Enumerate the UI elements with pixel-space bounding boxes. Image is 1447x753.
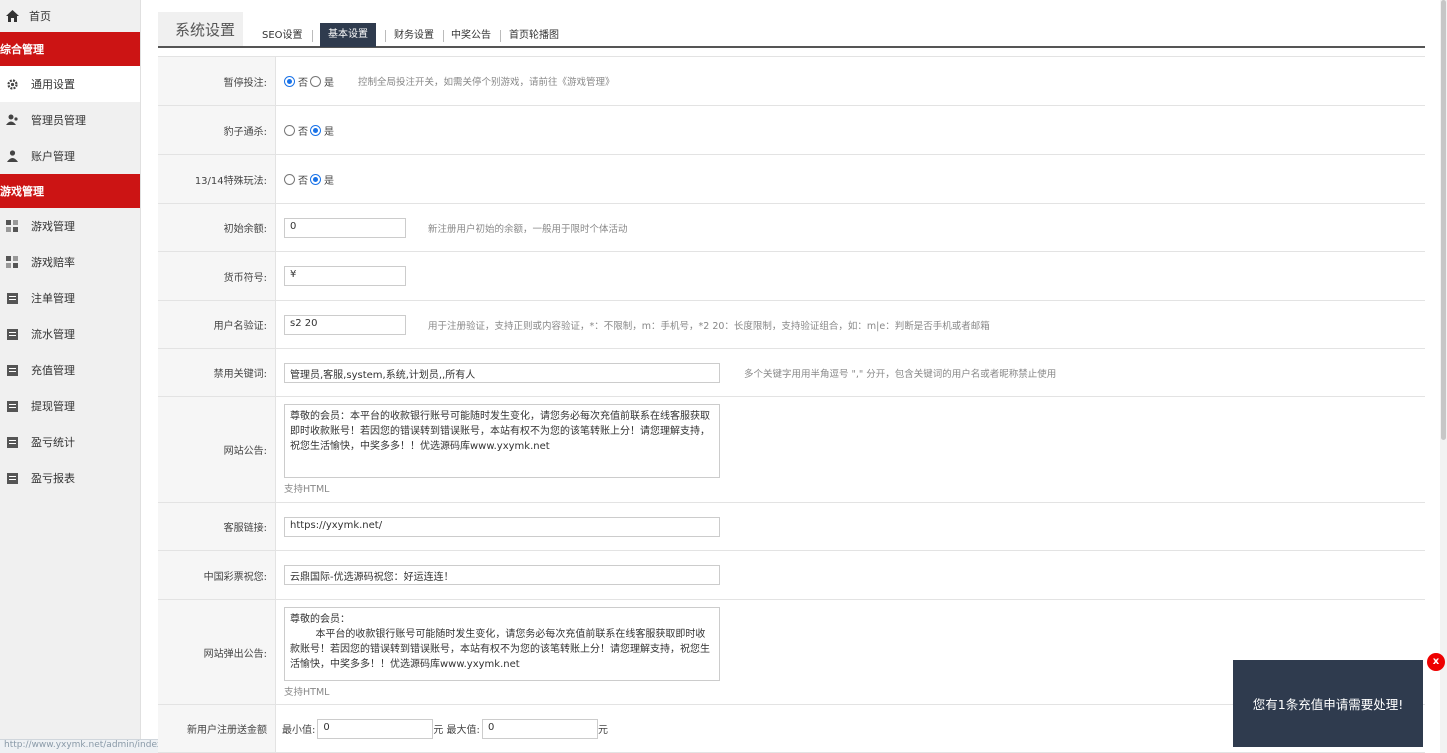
gear-icon — [5, 77, 19, 91]
form-row-lottery-wish: 中国彩票祝您: 云鼎国际-优选源码祝您：好运连连！ — [158, 551, 1425, 600]
form-row-currency: 货币符号: ¥ — [158, 252, 1425, 301]
radio-pause-yes[interactable]: 是 — [310, 74, 334, 89]
field-hint: 控制全局投注开关，如需关停个别游戏，请前往《游戏管理》 — [358, 77, 615, 88]
home-icon — [5, 9, 19, 23]
radio-pause-no[interactable]: 否 — [284, 74, 308, 89]
unit-label: 元 — [597, 725, 608, 736]
sidebar-item-recharge-management[interactable]: 充值管理 — [0, 352, 140, 388]
tab-banner[interactable]: 首页轮播图 — [509, 25, 559, 47]
currency-symbol-input[interactable]: ¥ — [284, 266, 406, 286]
max-label: 元 最大值: — [433, 725, 480, 736]
form-row-site-notice: 网站公告: 尊敬的会员：本平台的收款银行账号可能随时发生变化，请您务必每次充值前… — [158, 397, 1425, 503]
toast-message: 您有1条充值申请需要处理! — [1252, 697, 1404, 712]
settings-form: 暂停投注: 否 是 控制全局投注开关，如需关停个别游戏，请前往《游戏管理》 豹子… — [158, 56, 1425, 753]
form-row-banned-words: 禁用关键词: 管理员,客服,system,系统,计划员,,所有人 多个关键字用用… — [158, 349, 1425, 397]
sidebar-item-label: 管理员管理 — [31, 114, 86, 127]
username-check-input[interactable]: s2 20 — [284, 314, 406, 335]
tab-basic[interactable]: 基本设置 — [320, 23, 376, 47]
sidebar-item-label: 游戏管理 — [31, 220, 75, 233]
bonus-min-input[interactable]: 0 — [317, 718, 434, 739]
sidebar-item-label: 充值管理 — [31, 364, 75, 377]
sidebar-item-general-settings[interactable]: 通用设置 — [0, 66, 140, 102]
sidebar-item-label: 盈亏统计 — [31, 436, 75, 449]
field-label: 初始余额: — [158, 204, 276, 251]
grid-icon — [5, 219, 19, 233]
initial-balance-input[interactable]: 0 — [284, 217, 406, 238]
sidebar-item-game-management[interactable]: 游戏管理 — [0, 208, 140, 244]
sidebar-item-label: 提现管理 — [31, 400, 75, 413]
field-label: 网站弹出公告: — [158, 600, 276, 704]
tab-bar: 系统设置 SEO设置 基本设置 财务设置 中奖公告 首页轮播图 — [158, 12, 1425, 48]
form-row-special: 13/14特殊玩法: 否 是 — [158, 155, 1425, 204]
sidebar-item-flow-management[interactable]: 流水管理 — [0, 316, 140, 352]
lottery-wish-input[interactable]: 云鼎国际-优选源码祝您：好运连连！ — [284, 565, 720, 585]
field-label: 禁用关键词: — [158, 349, 276, 396]
tab-winning-notice[interactable]: 中奖公告 — [451, 25, 491, 47]
sidebar: 首页 综合管理 通用设置 管理员管理 账户管理 游戏管理 游戏管理 游戏赔率 注… — [0, 0, 141, 753]
list-icon — [5, 291, 19, 305]
form-row-pause: 暂停投注: 否 是 控制全局投注开关，如需关停个别游戏，请前往《游戏管理》 — [158, 57, 1425, 106]
support-html-note: 支持HTML — [284, 484, 330, 495]
list-icon — [5, 363, 19, 377]
list-icon — [5, 435, 19, 449]
form-row-leopard: 豹子通杀: 否 是 — [158, 106, 1425, 155]
bonus-max-input[interactable]: 0 — [481, 718, 598, 739]
field-label: 13/14特殊玩法: — [158, 155, 276, 203]
sidebar-item-game-odds[interactable]: 游戏赔率 — [0, 244, 140, 280]
sidebar-item-account-management[interactable]: 账户管理 — [0, 138, 140, 174]
banned-words-input[interactable]: 管理员,客服,system,系统,计划员,,所有人 — [284, 362, 720, 383]
sidebar-item-home[interactable]: 首页 — [0, 0, 140, 32]
field-label: 网站公告: — [158, 397, 276, 502]
support-html-note: 支持HTML — [284, 686, 330, 698]
list-icon — [5, 399, 19, 413]
radio-leopard-yes[interactable]: 是 — [310, 123, 334, 138]
field-hint: 用于注册验证，支持正则或内容验证，*：不限制，m：手机号，*2 20：长度限制，… — [428, 320, 990, 332]
popup-notice-textarea[interactable]: 尊敬的会员： 本平台的收款银行账号可能随时发生变化，请您务必每次充值前联系在线客… — [284, 606, 720, 681]
close-icon[interactable]: x — [1427, 653, 1445, 671]
tab-finance[interactable]: 财务设置 — [394, 25, 434, 47]
scrollbar-thumb[interactable] — [1441, 0, 1446, 440]
grid-icon — [5, 255, 19, 269]
tab-seo[interactable]: SEO设置 — [262, 25, 303, 47]
sidebar-section-game[interactable]: 游戏管理 — [0, 174, 140, 208]
page-title: 系统设置 — [158, 12, 243, 46]
sidebar-item-profit-report[interactable]: 盈亏报表 — [0, 460, 140, 496]
field-hint: 新注册用户初始的余额，一般用于限时个体活动 — [428, 223, 628, 235]
min-label: 最小值: — [282, 725, 316, 736]
sidebar-item-admin-management[interactable]: 管理员管理 — [0, 102, 140, 138]
sidebar-section-general[interactable]: 综合管理 — [0, 32, 140, 66]
field-label: 新用户注册送金额 — [158, 705, 276, 752]
field-label: 货币符号: — [158, 252, 276, 300]
sidebar-item-label: 通用设置 — [31, 78, 75, 91]
radio-leopard-no[interactable]: 否 — [284, 123, 308, 138]
main-content: 系统设置 SEO设置 基本设置 财务设置 中奖公告 首页轮播图 暂停投注: 否 … — [158, 0, 1425, 753]
sidebar-item-label: 游戏赔率 — [31, 256, 75, 269]
field-label: 中国彩票祝您: — [158, 551, 276, 599]
field-label: 用户名验证: — [158, 301, 276, 348]
notification-toast[interactable]: 您有1条充值申请需要处理! — [1233, 660, 1423, 747]
list-icon — [5, 471, 19, 485]
site-notice-textarea[interactable]: 尊敬的会员：本平台的收款银行账号可能随时发生变化，请您务必每次充值前联系在线客服… — [284, 404, 720, 478]
sidebar-item-label: 盈亏报表 — [31, 472, 75, 485]
radio-special-no[interactable]: 否 — [284, 172, 308, 187]
field-label: 客服链接: — [158, 503, 276, 550]
sidebar-item-bet-management[interactable]: 注单管理 — [0, 280, 140, 316]
form-row-service-link: 客服链接: https://yxymk.net/ — [158, 503, 1425, 551]
sidebar-item-profit-stats[interactable]: 盈亏统计 — [0, 424, 140, 460]
sidebar-item-label: 首页 — [29, 10, 51, 23]
users-icon — [5, 113, 19, 127]
form-row-username-check: 用户名验证: s2 20 用于注册验证，支持正则或内容验证，*：不限制，m：手机… — [158, 301, 1425, 349]
service-link-input[interactable]: https://yxymk.net/ — [284, 516, 720, 537]
list-icon — [5, 327, 19, 341]
sidebar-item-label: 流水管理 — [31, 328, 75, 341]
user-icon — [5, 149, 19, 163]
field-hint: 多个关键字用用半角逗号 "," 分开，包含关键词的用户名或者昵称禁止使用 — [744, 368, 1057, 380]
sidebar-item-label: 账户管理 — [31, 150, 75, 163]
radio-special-yes[interactable]: 是 — [310, 172, 334, 187]
form-row-initial-balance: 初始余额: 0 新注册用户初始的余额，一般用于限时个体活动 — [158, 204, 1425, 252]
field-label: 豹子通杀: — [158, 106, 276, 154]
field-label: 暂停投注: — [158, 57, 276, 105]
sidebar-item-label: 注单管理 — [31, 292, 75, 305]
sidebar-item-withdraw-management[interactable]: 提现管理 — [0, 388, 140, 424]
